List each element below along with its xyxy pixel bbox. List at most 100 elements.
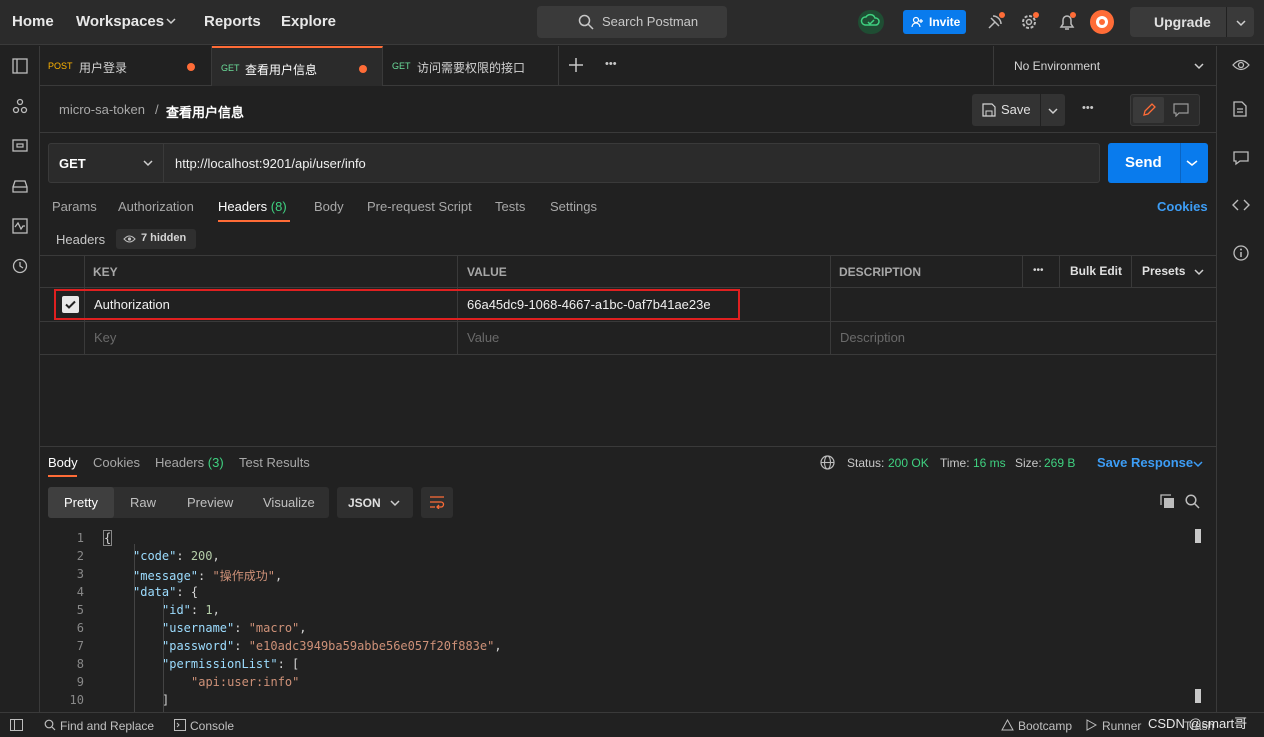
save-response-button[interactable]: Save Response (1097, 455, 1193, 470)
invite-button[interactable]: Invite (903, 10, 966, 34)
find-replace-button[interactable]: Find and Replace (60, 719, 154, 733)
line-number: 9 (76, 675, 84, 689)
url-input[interactable]: http://localhost:9201/api/user/info (175, 156, 366, 171)
tab-permission-api[interactable]: GET 访问需要权限的接口 (383, 46, 559, 86)
code-token: { (102, 530, 113, 546)
chevron-down-icon[interactable] (1048, 106, 1058, 116)
response-tab-cookies[interactable]: Cookies (93, 455, 140, 470)
chevron-down-icon[interactable] (1193, 459, 1203, 469)
view-raw[interactable]: Raw (130, 495, 156, 510)
mock-servers-icon[interactable] (12, 178, 28, 194)
tab-method: GET (221, 63, 240, 73)
method-select[interactable]: GET (49, 144, 164, 182)
scrollbar-thumb[interactable] (1195, 529, 1201, 543)
search-icon[interactable] (1185, 494, 1200, 509)
tab-tests[interactable]: Tests (495, 199, 525, 214)
nav-reports[interactable]: Reports (204, 13, 261, 30)
view-pretty[interactable]: Pretty (48, 487, 114, 518)
tab-view-user-info[interactable]: GET 查看用户信息 (212, 46, 383, 86)
status-label: Status: (847, 456, 885, 470)
console-button[interactable]: Console (190, 719, 234, 733)
more-actions-icon[interactable]: ••• (1082, 102, 1094, 114)
apis-icon[interactable] (12, 98, 28, 114)
tab-headers-count: (8) (270, 199, 287, 214)
scrollbar-thumb[interactable] (1195, 689, 1201, 703)
method-label: GET (59, 156, 86, 171)
code-line: "username": "macro", (162, 621, 307, 635)
description-placeholder[interactable]: Description (840, 330, 905, 345)
nav-workspaces[interactable]: Workspaces (76, 13, 164, 30)
tab-pre-request-script[interactable]: Pre-request Script (367, 199, 472, 214)
wrap-lines-button[interactable] (421, 487, 453, 518)
search-bar[interactable]: Search Postman (537, 6, 727, 38)
copy-icon[interactable] (1160, 494, 1175, 509)
bootcamp-icon (1001, 719, 1014, 731)
eye-icon (123, 235, 136, 243)
breadcrumb-collection[interactable]: micro-sa-token (59, 102, 145, 117)
line-number: 10 (69, 693, 84, 707)
tab-authorization[interactable]: Authorization (118, 199, 194, 214)
bulk-edit-button[interactable]: Bulk Edit (1070, 264, 1122, 278)
history-icon[interactable] (12, 258, 28, 274)
nav-home[interactable]: Home (12, 13, 54, 30)
settings-gear-icon[interactable] (1020, 12, 1040, 32)
toggle-sidebar-icon[interactable] (10, 719, 23, 731)
chevron-down-icon[interactable] (1186, 158, 1198, 168)
comments-icon[interactable] (1233, 150, 1249, 166)
monitors-icon[interactable] (12, 218, 28, 234)
runner-button[interactable]: Runner (1102, 719, 1141, 733)
globe-icon[interactable] (820, 455, 835, 470)
response-tab-test-results[interactable]: Test Results (239, 455, 310, 470)
chevron-down-icon[interactable] (1236, 18, 1246, 28)
line-number: 1 (76, 531, 84, 545)
code-line: "permissionList": [ (162, 657, 300, 671)
new-tab-plus-icon[interactable] (569, 58, 583, 72)
send-label: Send (1125, 154, 1162, 171)
nav-explore[interactable]: Explore (281, 13, 336, 30)
response-tab-headers[interactable]: Headers (3) (155, 455, 224, 470)
environment-selector[interactable]: No Environment (993, 46, 1216, 86)
sync-status-icon[interactable] (858, 10, 884, 34)
avatar[interactable] (1090, 10, 1114, 34)
view-visualize[interactable]: Visualize (263, 495, 315, 510)
line-number: 7 (76, 639, 84, 653)
documentation-icon[interactable] (1233, 101, 1247, 117)
line-number: 3 (76, 567, 84, 581)
chevron-down-icon[interactable] (1194, 267, 1204, 277)
cookies-link[interactable]: Cookies (1157, 199, 1208, 214)
chevron-down-icon (1194, 61, 1204, 71)
save-button[interactable]: Save (972, 94, 1065, 126)
key-placeholder[interactable]: Key (94, 330, 116, 345)
environment-quick-look-icon[interactable] (1232, 58, 1250, 72)
environments-icon[interactable] (12, 138, 28, 154)
value-placeholder[interactable]: Value (467, 330, 499, 345)
tab-headers[interactable]: Headers (8) (218, 199, 287, 214)
format-select[interactable]: JSON (337, 487, 413, 518)
satellite-icon[interactable] (985, 12, 1005, 32)
upgrade-button[interactable]: Upgrade (1130, 7, 1254, 37)
code-token: "message" (133, 569, 199, 583)
code-icon[interactable] (1232, 198, 1250, 212)
more-tabs-icon[interactable]: ••• (605, 58, 617, 70)
tab-settings[interactable]: Settings (550, 199, 597, 214)
tab-body[interactable]: Body (314, 199, 344, 214)
info-icon[interactable] (1233, 245, 1249, 261)
send-button[interactable]: Send (1108, 143, 1208, 183)
collections-icon[interactable] (12, 58, 28, 74)
view-preview[interactable]: Preview (187, 495, 233, 510)
request-tabs-bar: POST 用户登录 GET 查看用户信息 GET 访问需要权限的接口 ••• N… (40, 46, 1216, 86)
tab-title: 查看用户信息 (245, 63, 318, 77)
tab-params[interactable]: Params (52, 199, 97, 214)
bootcamp-button[interactable]: Bootcamp (1018, 719, 1072, 733)
tab-user-login[interactable]: POST 用户登录 (40, 46, 212, 86)
presets-button[interactable]: Presets (1142, 264, 1185, 278)
table-more-icon[interactable]: ••• (1033, 265, 1044, 276)
edit-pencil-icon[interactable] (1133, 97, 1164, 123)
response-tab-body[interactable]: Body (48, 455, 78, 470)
hidden-headers-toggle[interactable]: 7 hidden (116, 229, 196, 249)
code-token: "username" (162, 621, 235, 635)
comment-icon[interactable] (1173, 103, 1189, 117)
request-header: micro-sa-token / 查看用户信息 Save ••• (40, 87, 1216, 133)
notification-bell-icon[interactable] (1057, 12, 1077, 32)
column-key: KEY (93, 265, 118, 279)
